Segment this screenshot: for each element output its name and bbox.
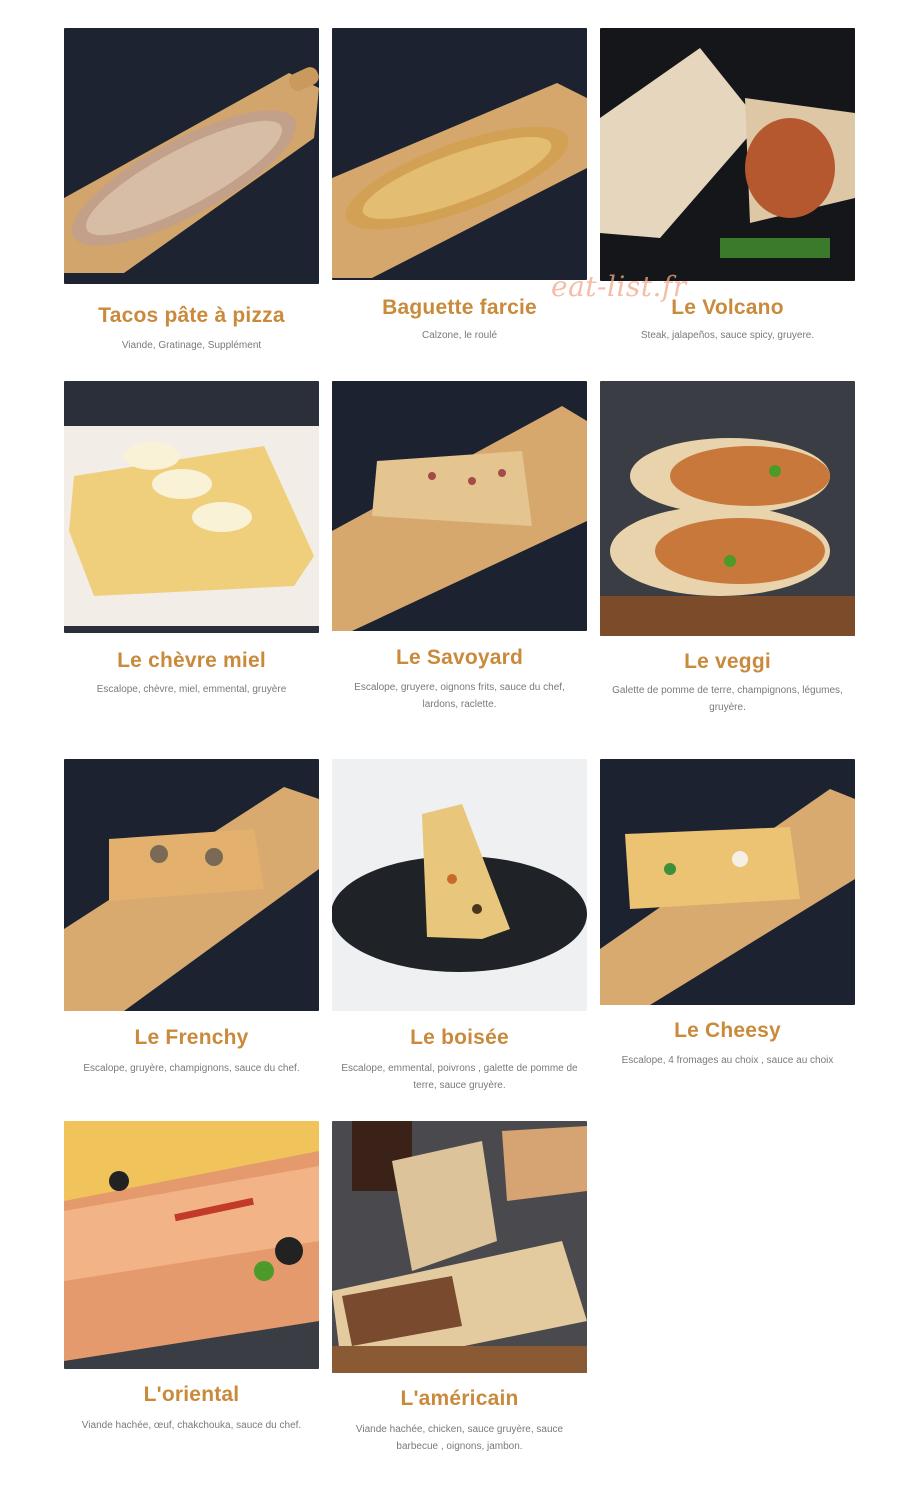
- item-description: Viande hachée, œuf, chakchouka, sauce du…: [81, 1420, 302, 1431]
- menu-item-tacos-pate-pizza[interactable]: Tacos pâte à pizza Viande, Gratinage, Su…: [64, 28, 319, 354]
- food-photo: [64, 28, 319, 284]
- watermark-text: eat-list.fr: [551, 270, 687, 303]
- food-photo: [64, 759, 319, 1011]
- menu-item-le-boisee[interactable]: Le boisée Escalope, emmental, poivrons ,…: [332, 759, 587, 1094]
- item-description: Galette de pomme de terre, champignons, …: [612, 685, 843, 713]
- item-title: Le Savoyard: [395, 646, 524, 669]
- food-photo: [64, 381, 319, 633]
- food-photo: [332, 759, 587, 1011]
- menu-item-le-cheesy[interactable]: Le Cheesy Escalope, 4 fromages au choix …: [600, 759, 855, 1069]
- menu-item-le-veggi[interactable]: Le veggi Galette de pomme de terre, cham…: [600, 381, 855, 716]
- menu-item-l-americain[interactable]: L'américain Viande hachée, chicken, sauc…: [332, 1121, 587, 1455]
- food-photo: [600, 759, 855, 1005]
- item-title: L'oriental: [143, 1383, 240, 1406]
- item-title: Le Frenchy: [134, 1026, 249, 1049]
- item-description: Calzone, le roulé: [421, 330, 498, 341]
- item-description: Escalope, gruyère, champignons, sauce du…: [83, 1063, 300, 1074]
- menu-item-baguette-farcie[interactable]: Baguette farcie Calzone, le roulé: [332, 28, 587, 344]
- item-description: Escalope, chèvre, miel, emmental, gruyèr…: [96, 684, 287, 695]
- food-photo: [332, 381, 587, 631]
- item-title: Le Cheesy: [674, 1019, 781, 1042]
- item-title: Le veggi: [684, 650, 771, 673]
- item-title: Baguette farcie: [382, 296, 537, 319]
- menu-item-le-chevre-miel[interactable]: Le chèvre miel Escalope, chèvre, miel, e…: [64, 381, 319, 698]
- item-title: Le chèvre miel: [117, 649, 266, 672]
- food-photo: [332, 28, 587, 280]
- menu-item-le-savoyard[interactable]: Le Savoyard Escalope, gruyere, oignons f…: [332, 381, 587, 713]
- item-description: Escalope, emmental, poivrons , galette d…: [341, 1063, 578, 1091]
- item-description: Viande hachée, chicken, sauce gruyère, s…: [355, 1424, 564, 1452]
- food-photo: [600, 28, 855, 281]
- item-description: Viande, Gratinage, Supplément: [121, 340, 262, 351]
- item-description: Escalope, 4 fromages au choix , sauce au…: [621, 1055, 834, 1066]
- food-photo: [332, 1121, 587, 1373]
- food-photo: [64, 1121, 319, 1369]
- menu-item-l-oriental[interactable]: L'oriental Viande hachée, œuf, chakchouk…: [64, 1121, 319, 1434]
- item-description: Steak, jalapeños, sauce spicy, gruyere.: [640, 330, 815, 341]
- item-title: Tacos pâte à pizza: [98, 304, 285, 327]
- food-photo: [600, 381, 855, 636]
- item-title: L'américain: [400, 1387, 519, 1410]
- item-title: Le boisée: [410, 1026, 509, 1049]
- menu-item-le-frenchy[interactable]: Le Frenchy Escalope, gruyère, champignon…: [64, 759, 319, 1077]
- item-description: Escalope, gruyere, oignons frits, sauce …: [354, 682, 565, 710]
